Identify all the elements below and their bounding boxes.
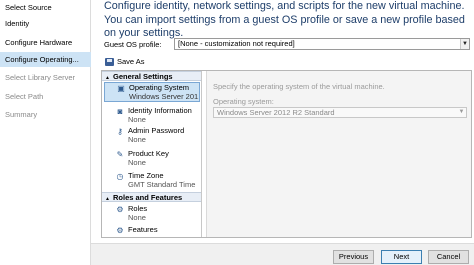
setting-value: GMT Standard Time (128, 180, 196, 189)
detail-description: Specify the operating system of the virt… (213, 82, 385, 91)
toolbar: Save As (101, 55, 472, 69)
previous-button[interactable]: Previous (333, 250, 374, 264)
setting-value: None (128, 158, 146, 167)
next-button[interactable]: Next (381, 250, 422, 264)
chevron-down-icon[interactable]: ▼ (457, 108, 466, 117)
settings-panel: ▲ General Settings ▣ Operating System Win… (101, 70, 472, 238)
cancel-button[interactable]: Cancel (428, 250, 469, 264)
setting-name: Admin Password (128, 126, 185, 135)
guest-os-profile-label: Guest OS profile: (104, 40, 162, 49)
operating-system-value: Windows Server 2012 R2 Standard (217, 108, 335, 117)
setting-features[interactable]: ⚙ Features (104, 225, 200, 237)
setting-admin-password[interactable]: ⚷ Admin Password None (104, 126, 200, 146)
setting-value: None (128, 115, 146, 124)
computer-icon: ▣ (117, 84, 125, 93)
setting-time-zone[interactable]: ◷ Time Zone GMT Standard Time (104, 171, 200, 191)
setting-name: Time Zone (128, 171, 164, 180)
group-label: General Settings (113, 72, 173, 81)
settings-list: ▲ General Settings ▣ Operating System Win… (102, 71, 202, 237)
key-icon: ⚷ (117, 127, 123, 136)
save-icon (105, 58, 114, 66)
setting-product-key[interactable]: ✎ Product Key None (104, 149, 200, 169)
operating-system-label: Operating system: (213, 97, 274, 106)
nav-item-identity[interactable]: Identity (0, 16, 91, 31)
setting-name: Roles (128, 204, 148, 213)
guest-os-profile-value: [None - customization not required] (178, 39, 295, 48)
guest-os-profile-select[interactable]: [None - customization not required] ▼ (174, 38, 470, 50)
operating-system-select[interactable]: Windows Server 2012 R2 Standard ▼ (213, 107, 467, 118)
nav-item-configure-operating[interactable]: Configure Operating... (0, 52, 91, 67)
group-header-roles-and-features[interactable]: ▲ Roles and Features (102, 192, 201, 204)
setting-name: Features (128, 225, 158, 234)
wizard-footer: Previous Next Cancel (91, 243, 474, 265)
setting-operating-system[interactable]: ▣ Operating System Windows Server 201... (104, 82, 200, 102)
setting-value: Windows Server 201... (129, 92, 199, 101)
setting-value: None (128, 135, 146, 144)
features-icon: ⚙ (116, 226, 124, 235)
nav-item-summary: Summary (5, 110, 38, 119)
save-as-label: Save As (117, 57, 145, 66)
setting-identity-information[interactable]: ◙ Identity Information None (104, 106, 200, 126)
wizard-nav: Select Source Identity Configure Hardwar… (0, 0, 91, 265)
chevron-down-icon[interactable]: ▼ (460, 39, 469, 49)
detail-pane: Specify the operating system of the virt… (206, 71, 471, 237)
setting-name: Operating System (129, 83, 190, 92)
clock-icon: ◷ (116, 172, 124, 181)
nav-item-select-source[interactable]: Select Source (0, 0, 91, 15)
nav-item-select-library-server: Select Library Server (5, 73, 76, 82)
setting-roles[interactable]: ⚙ Roles None (104, 204, 200, 224)
setting-value: None (128, 213, 146, 222)
nav-item-select-path: Select Path (5, 92, 44, 101)
setting-name: Product Key (128, 149, 169, 158)
product-key-icon: ✎ (116, 150, 124, 159)
collapse-triangle-icon[interactable]: ▲ (105, 195, 113, 204)
group-label: Roles and Features (113, 193, 183, 202)
group-header-general-settings[interactable]: ▲ General Settings (102, 71, 201, 81)
save-as-button[interactable]: Save As (105, 56, 145, 68)
setting-name: Identity Information (128, 106, 192, 115)
nav-item-configure-hardware[interactable]: Configure Hardware (0, 35, 91, 50)
page-description: Configure identity, network settings, an… (104, 0, 465, 39)
roles-icon: ⚙ (116, 205, 124, 214)
id-card-icon: ◙ (117, 107, 123, 116)
